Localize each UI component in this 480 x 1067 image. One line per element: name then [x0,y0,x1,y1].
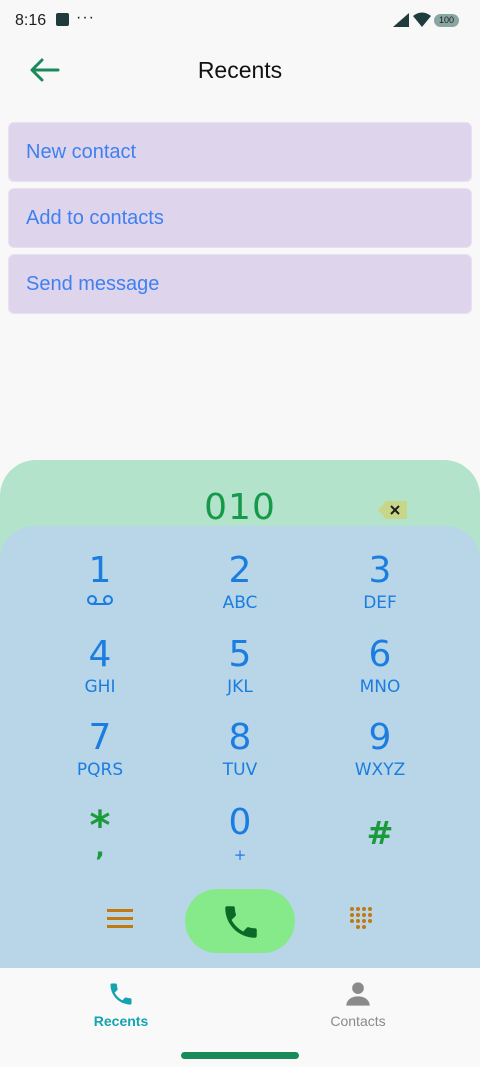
key-8[interactable]: 8 TUV [180,720,300,790]
key-7[interactable]: 7 PQRS [40,720,160,790]
key-3[interactable]: 3 DEF [320,553,440,623]
status-bar: 8:16 ··· 100 [0,0,480,40]
key-1[interactable]: 1 [40,553,160,623]
menu-icon[interactable] [106,907,134,931]
key-4[interactable]: 4 GHI [40,637,160,707]
new-contact-button[interactable]: New contact [8,122,472,182]
key-letters: TUV [222,760,258,780]
key-letters: , [95,834,105,862]
nav-recents[interactable]: Recents [61,968,181,1038]
phone-icon [225,906,257,938]
call-button[interactable] [185,889,295,953]
key-letters: PQRS [76,760,124,780]
backspace-icon[interactable] [378,500,408,520]
person-icon [346,982,370,1006]
key-letters: JKL [227,677,253,697]
add-to-contacts-button[interactable]: Add to contacts [8,188,472,248]
key-hash[interactable]: # [320,815,440,885]
battery-icon: 100 [434,14,459,27]
nav-contacts[interactable]: Contacts [298,968,418,1038]
key-digit: 3 [368,550,392,591]
key-letters: + [233,846,247,864]
wifi-icon [413,12,431,27]
key-2[interactable]: 2 ABC [180,553,300,623]
key-digit: 9 [368,717,392,758]
key-digit: # [366,814,394,852]
key-digit: 6 [368,634,392,675]
key-letters: DEF [363,593,397,613]
key-letters: GHI [84,677,116,697]
key-letters: MNO [359,677,401,697]
key-letters: ABC [222,593,258,613]
nav-recents-label: Recents [93,1013,149,1029]
key-digit: 1 [88,550,112,591]
signal-icon [393,13,409,27]
key-letters: WXYZ [354,760,406,780]
key-5[interactable]: 5 JKL [180,637,300,707]
send-message-button[interactable]: Send message [8,254,472,314]
app-square-icon [56,13,69,26]
battery-level: 100 [438,15,455,25]
key-6[interactable]: 6 MNO [320,637,440,707]
voicemail-icon [87,595,113,605]
key-digit: 7 [88,717,112,758]
key-digit: 2 [228,550,252,591]
page-title: Recents [197,57,283,83]
key-digit: 0 [228,802,252,843]
key-0[interactable]: 0 + [180,805,300,875]
more-notifications-icon: ··· [76,9,95,26]
nav-contacts-label: Contacts [330,1013,386,1029]
key-star[interactable]: * , [40,806,160,878]
key-9[interactable]: 9 WXYZ [320,720,440,790]
key-digit: 8 [228,717,252,758]
key-digit: 5 [228,634,252,675]
key-digit: 4 [88,634,112,675]
gesture-bar [181,1052,299,1059]
status-time: 8:16 [15,12,47,29]
phone-icon [110,983,132,1005]
dialpad-icon[interactable] [348,906,374,932]
dialed-number: 010 [204,487,276,528]
